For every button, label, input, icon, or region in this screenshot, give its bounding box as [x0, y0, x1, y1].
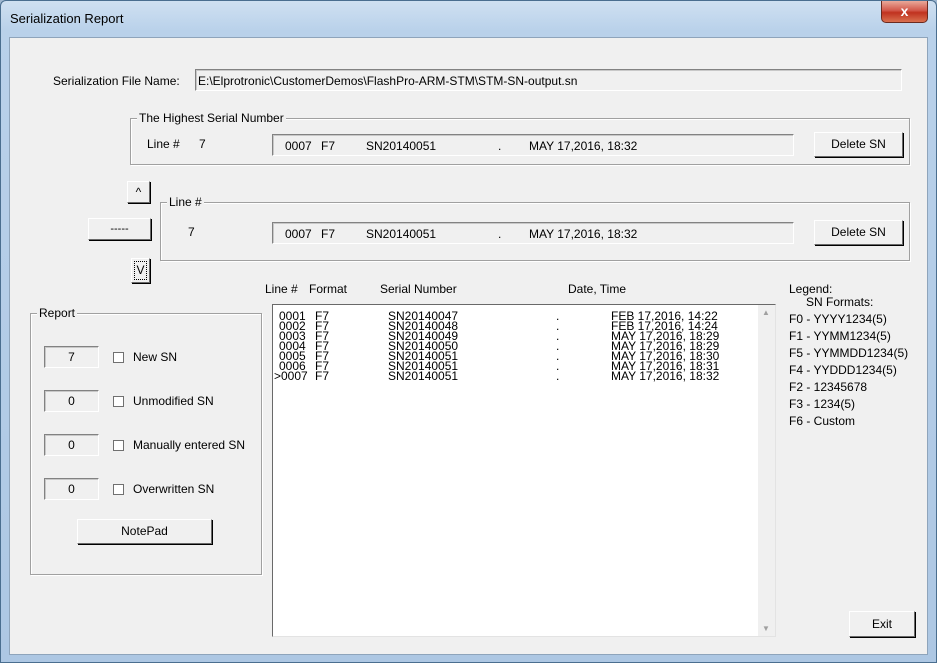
legend-item: F5 - YYMMDD1234(5)	[789, 346, 909, 360]
manual-sn-label: Manually entered SN	[133, 438, 246, 452]
manual-sn-count: 0	[44, 434, 99, 456]
legend-item: F2 - 12345678	[789, 380, 868, 394]
manual-sn-checkbox[interactable]	[113, 440, 124, 451]
col-header-format: Format	[309, 282, 348, 296]
highest-record-line: 0007	[285, 139, 312, 153]
overwritten-sn-checkbox[interactable]	[113, 484, 124, 495]
scroll-up-button[interactable]: ^	[127, 181, 150, 203]
current-record-date: MAY 17,2016, 18:32	[529, 227, 638, 241]
current-record-line: 0007	[285, 227, 312, 241]
window-title: Serialization Report	[10, 11, 124, 26]
current-line-group: Line # 7 0007 F7 SN20140051 . MAY 17,201…	[160, 195, 910, 261]
serial-list[interactable]: 0001 F7 SN20140047 . FEB 17,2016, 14:22 …	[272, 304, 776, 637]
legend-item: F1 - YYMM1234(5)	[789, 329, 891, 343]
notepad-button[interactable]: NotePad	[77, 519, 212, 544]
unmodified-sn-count: 0	[44, 390, 99, 412]
scroll-up-arrow-icon[interactable]: ▲	[762, 308, 770, 317]
highest-record-sep: .	[498, 139, 502, 153]
highest-record-field: 0007 F7 SN20140051 . MAY 17,2016, 18:32	[272, 134, 794, 156]
report-group-title: Report	[37, 306, 78, 320]
highest-serial-group: The Highest Serial Number Line # 7 0007 …	[130, 111, 910, 165]
highest-line-value: 7	[199, 137, 206, 151]
legend-subtitle: SN Formats:	[806, 295, 874, 309]
current-record-serial: SN20140051	[366, 227, 437, 241]
new-sn-count: 7	[44, 346, 99, 368]
list-scrollbar[interactable]: ▲ ▼	[758, 305, 775, 636]
report-window: Serialization Report x Serialization Fil…	[0, 0, 937, 663]
highest-record-serial: SN20140051	[366, 139, 437, 153]
overwritten-sn-label: Overwritten SN	[133, 482, 215, 496]
legend-item: F4 - YYDDD1234(5)	[789, 363, 897, 377]
col-header-line: Line #	[265, 282, 298, 296]
col-header-serial: Serial Number	[380, 282, 457, 296]
file-name-label: Serialization File Name:	[53, 74, 180, 88]
new-sn-checkbox[interactable]	[113, 352, 124, 363]
exit-button[interactable]: Exit	[849, 611, 915, 637]
row-sep: .	[556, 369, 560, 383]
overwritten-sn-count: 0	[44, 478, 99, 500]
current-record-sep: .	[498, 227, 502, 241]
unmodified-sn-checkbox[interactable]	[113, 396, 124, 407]
new-sn-label: New SN	[133, 350, 178, 364]
row-date: MAY 17,2016, 18:32	[611, 369, 720, 383]
highest-line-label: Line #	[147, 137, 180, 151]
legend-item: F6 - Custom	[789, 414, 856, 428]
current-line-group-title: Line #	[167, 195, 204, 209]
legend: Legend: SN Formats: F0 - YYYY1234(5) F1 …	[789, 281, 908, 430]
highest-serial-group-title: The Highest Serial Number	[137, 111, 286, 125]
current-record-format: F7	[321, 227, 336, 241]
highest-record-date: MAY 17,2016, 18:32	[529, 139, 638, 153]
scroll-down-button[interactable]: V	[131, 258, 150, 283]
report-group: Report 7 New SN 0 Unmodified SN 0 Manual…	[30, 306, 262, 575]
current-line-value: 7	[188, 225, 195, 239]
row-serial: SN20140051	[388, 369, 459, 383]
dialog-client-area: Serialization File Name: E:\Elprotronic\…	[9, 37, 928, 655]
row-format: F7	[315, 369, 330, 383]
current-record-field: 0007 F7 SN20140051 . MAY 17,2016, 18:32	[272, 222, 794, 244]
file-name-field[interactable]: E:\Elprotronic\CustomerDemos\FlashPro-AR…	[195, 69, 902, 91]
close-button[interactable]: x	[881, 1, 928, 23]
highest-record-format: F7	[321, 139, 336, 153]
scroll-down-arrow-icon[interactable]: ▼	[762, 624, 770, 633]
delete-highest-sn-button[interactable]: Delete SN	[814, 132, 903, 157]
row-line: >0007	[274, 369, 308, 383]
title-bar[interactable]: Serialization Report x	[1, 1, 936, 35]
delete-current-sn-button[interactable]: Delete SN	[814, 220, 903, 245]
legend-item: F0 - YYYY1234(5)	[789, 312, 887, 326]
dash-button[interactable]: -----	[88, 218, 151, 240]
legend-item: F3 - 1234(5)	[789, 397, 856, 411]
col-header-date: Date, Time	[568, 282, 627, 296]
unmodified-sn-label: Unmodified SN	[133, 394, 214, 408]
